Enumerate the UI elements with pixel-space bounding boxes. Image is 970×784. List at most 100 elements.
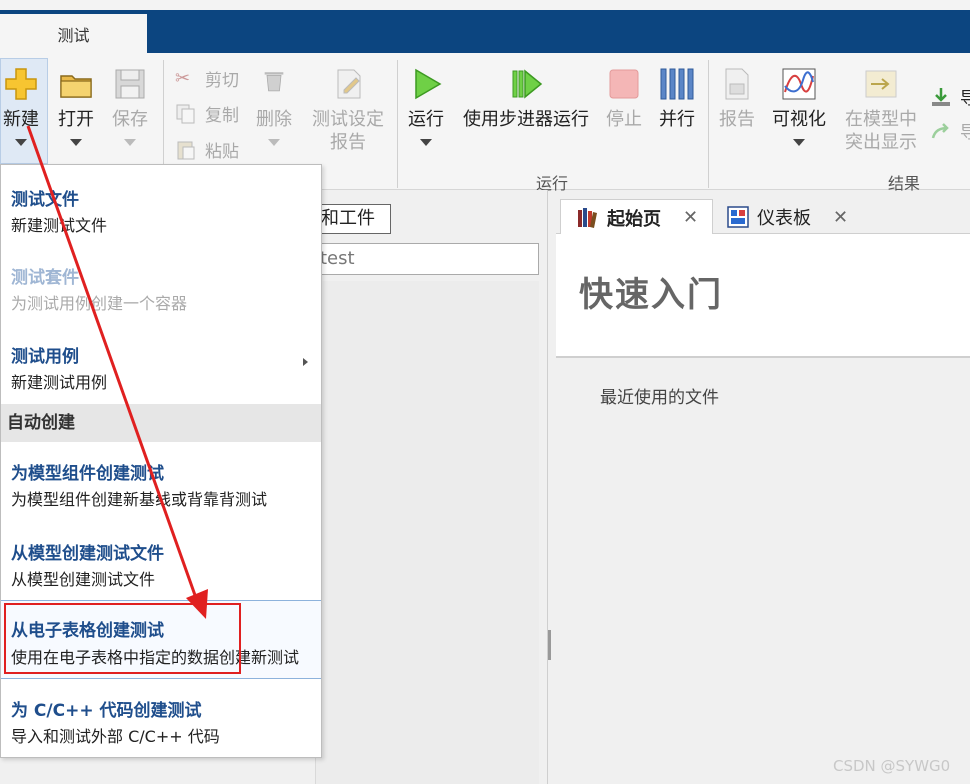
copy-icon [176, 104, 195, 123]
quickstart-title: 快速入门 [579, 275, 723, 315]
visualize-button-label: 可视化 [772, 109, 826, 130]
paste-button[interactable]: 粘贴 [175, 137, 239, 162]
test-tree[interactable] [315, 281, 539, 784]
submenu-arrow-icon [303, 358, 308, 366]
stop-button-label: 停止 [606, 109, 642, 130]
chevron-down-icon [124, 139, 136, 146]
chevron-down-icon [420, 139, 432, 146]
share-arrow-icon [931, 122, 949, 138]
cut-button[interactable]: ✂ 剪切 [175, 66, 239, 92]
play-icon [415, 68, 442, 100]
save-button[interactable]: 保存 [112, 66, 148, 146]
menu-item-title: 为 C/C++ 代码创建测试 [11, 701, 202, 721]
tab-dashboard[interactable]: 仪表板 ✕ [715, 199, 865, 235]
export-share-button[interactable]: 导 [930, 118, 970, 143]
annotation-highlight-box [4, 603, 241, 674]
menu-item-desc: 为测试用例创建一个容器 [11, 294, 188, 313]
chart-plot-icon [782, 68, 816, 100]
highlight-in-model-button[interactable]: 在模型中 突出显示 [845, 66, 917, 154]
tab-test-label: 测试 [57, 25, 90, 45]
report-button[interactable]: 报告 [719, 66, 755, 131]
open-button-label: 打开 [58, 109, 94, 130]
folder-icon [60, 75, 92, 98]
parallel-bars-icon [660, 68, 694, 100]
download-arrow-icon [932, 87, 950, 106]
menu-item-create-test-file-from-model[interactable]: 从模型创建测试文件 从模型创建测试文件 [1, 523, 321, 599]
tab-start-page-label: 起始页 [607, 208, 661, 230]
close-icon[interactable]: ✕ [683, 207, 698, 228]
parallel-button-label: 并行 [659, 109, 695, 130]
menu-item-desc: 为模型组件创建新基线或背靠背测试 [11, 490, 268, 509]
watermark: CSDN @SYWG0 [833, 757, 951, 775]
menu-item-desc: 新建测试文件 [11, 216, 108, 235]
report-settings-icon [337, 69, 361, 99]
panel-splitter[interactable] [548, 630, 551, 660]
open-button[interactable]: 打开 [58, 66, 94, 146]
paste-button-label: 粘贴 [205, 142, 239, 162]
dashboard-icon [727, 206, 749, 228]
recent-files-heading: 最近使用的文件 [600, 388, 719, 408]
ribbon-separator [708, 60, 709, 188]
books-icon [578, 207, 597, 228]
menu-item-desc: 从模型创建测试文件 [11, 570, 156, 589]
chevron-down-icon [793, 139, 805, 146]
stop-button[interactable]: 停止 [606, 66, 642, 131]
run-button-label: 运行 [408, 109, 444, 130]
tests-and-artifacts-button[interactable]: 和工件 [314, 204, 391, 234]
menu-item-create-test-for-component[interactable]: 为模型组件创建测试 为模型组件创建新基线或背靠背测试 [1, 443, 321, 521]
menu-item-test-suite[interactable]: 测试套件 为测试用例创建一个容器 [1, 243, 321, 321]
highlight-model-icon [865, 70, 897, 98]
report-icon [725, 68, 749, 100]
test-settings-report-button[interactable]: 测试设定 报告 [312, 66, 384, 154]
copy-button[interactable]: 复制 [175, 101, 239, 126]
cut-button-label: 剪切 [205, 71, 239, 91]
window-top-strip [0, 0, 970, 10]
delete-button[interactable]: 删除 [256, 66, 292, 146]
export-share-label: 导 [960, 123, 970, 143]
new-button[interactable]: 新建 [3, 66, 39, 146]
report-button-label: 报告 [719, 109, 755, 130]
paste-icon [177, 141, 195, 159]
tab-start-page[interactable]: 起始页 ✕ [560, 199, 713, 235]
highlight-label-1: 在模型中 [845, 109, 917, 130]
run-with-stepper-label: 使用步进器运行 [463, 109, 589, 130]
tab-dashboard-label: 仪表板 [757, 208, 811, 229]
highlight-label-2: 突出显示 [845, 132, 917, 153]
export-button[interactable]: 导 [930, 84, 970, 109]
menu-item-title: 为模型组件创建测试 [11, 464, 164, 484]
menu-item-desc: 导入和测试外部 C/C++ 代码 [11, 727, 220, 746]
filter-input[interactable]: test [315, 243, 539, 275]
menu-item-test-file[interactable]: 测试文件 新建测试文件 [1, 165, 321, 241]
menu-item-create-test-for-c-code[interactable]: 为 C/C++ 代码创建测试 导入和测试外部 C/C++ 代码 [1, 681, 321, 757]
plus-icon [5, 68, 37, 100]
trash-icon [264, 72, 284, 92]
export-button-label: 导 [960, 89, 970, 109]
new-button-label: 新建 [3, 109, 39, 130]
menu-item-test-case[interactable]: 测试用例 新建测试用例 [1, 323, 321, 403]
menu-item-title: 测试文件 [11, 190, 79, 210]
run-button[interactable]: 运行 [408, 66, 444, 146]
menu-item-desc: 新建测试用例 [11, 373, 108, 392]
chevron-down-icon [268, 139, 280, 146]
menu-item-title: 测试用例 [11, 347, 79, 367]
parallel-button[interactable]: 并行 [659, 66, 695, 131]
visualize-button[interactable]: 可视化 [772, 66, 826, 146]
close-icon[interactable]: ✕ [833, 207, 848, 228]
chevron-down-icon [70, 139, 82, 146]
save-disk-icon [115, 69, 145, 99]
filter-input-value: test [320, 248, 355, 269]
step-play-icon [512, 69, 543, 99]
scissors-icon: ✂ [175, 67, 191, 89]
test-settings-label-1: 测试设定 [312, 109, 384, 130]
section-label-results: 结果 [888, 174, 921, 193]
test-settings-label-2: 报告 [330, 132, 366, 153]
save-button-label: 保存 [112, 109, 148, 130]
tests-and-artifacts-label: 和工件 [321, 208, 375, 229]
tab-test[interactable]: 测试 [0, 14, 147, 53]
ribbon-separator [397, 60, 398, 188]
stop-icon [609, 69, 639, 99]
menu-item-title: 从模型创建测试文件 [11, 544, 164, 564]
run-with-stepper-button[interactable]: 使用步进器运行 [463, 66, 589, 131]
copy-button-label: 复制 [205, 106, 239, 126]
delete-button-label: 删除 [256, 109, 292, 130]
